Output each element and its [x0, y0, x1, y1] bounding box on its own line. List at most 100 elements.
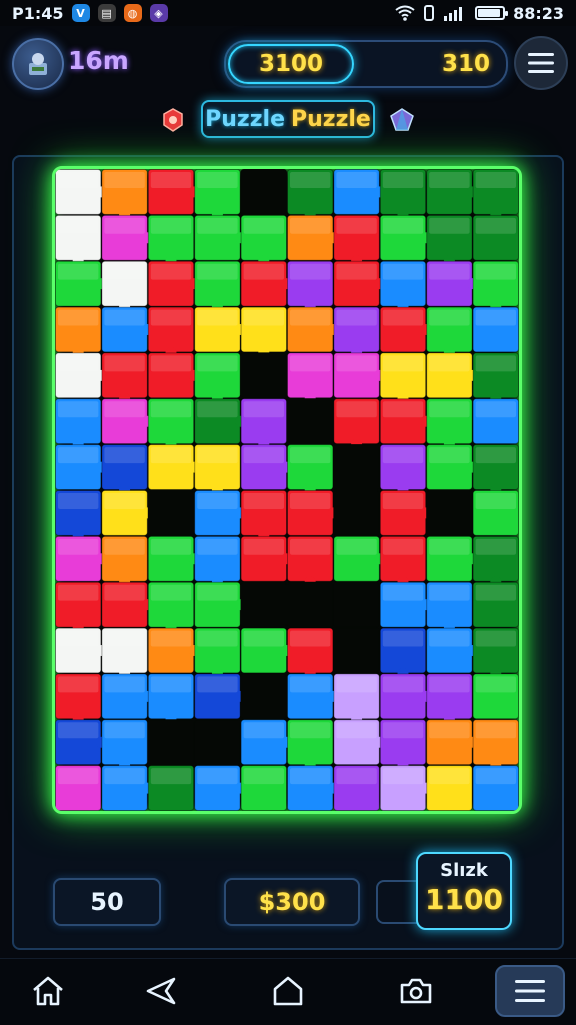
puzzle-piece[interactable] [287, 306, 339, 353]
puzzle-piece[interactable] [101, 581, 154, 628]
puzzle-piece[interactable] [472, 169, 519, 221]
puzzle-piece[interactable] [194, 581, 247, 628]
puzzle-piece[interactable] [194, 535, 241, 588]
puzzle-piece[interactable] [426, 719, 479, 766]
puzzle-board[interactable] [52, 166, 522, 814]
puzzle-piece[interactable] [194, 169, 241, 221]
puzzle-piece[interactable] [287, 673, 339, 720]
puzzle-piece[interactable] [55, 581, 102, 634]
puzzle-piece[interactable] [379, 765, 432, 811]
puzzle-piece[interactable] [240, 306, 288, 358]
puzzle-piece[interactable] [55, 627, 107, 674]
puzzle-piece[interactable] [287, 765, 339, 811]
puzzle-piece[interactable] [472, 260, 519, 313]
puzzle-piece[interactable] [147, 673, 195, 725]
nav-camera[interactable] [388, 965, 444, 1017]
puzzle-piece[interactable] [147, 444, 200, 490]
puzzle-piece[interactable] [379, 444, 427, 496]
puzzle-piece[interactable] [333, 352, 386, 399]
puzzle-piece[interactable] [472, 627, 519, 679]
puzzle-piece[interactable] [426, 627, 479, 674]
puzzle-piece[interactable] [426, 765, 473, 811]
puzzle-piece[interactable] [379, 398, 432, 445]
puzzle-piece[interactable] [147, 352, 200, 399]
puzzle-piece[interactable] [426, 352, 479, 399]
puzzle-piece[interactable] [101, 673, 154, 720]
puzzle-piece[interactable] [333, 765, 380, 811]
puzzle-piece[interactable] [194, 627, 241, 679]
puzzle-piece[interactable] [287, 214, 339, 261]
puzzle-piece[interactable] [287, 535, 334, 588]
puzzle-piece[interactable] [147, 260, 200, 307]
puzzle-piece[interactable] [333, 306, 380, 358]
puzzle-piece[interactable] [55, 490, 102, 542]
puzzle-piece[interactable] [426, 581, 473, 634]
puzzle-piece[interactable] [287, 169, 334, 221]
puzzle-piece[interactable] [472, 306, 519, 353]
puzzle-piece[interactable] [426, 673, 473, 725]
puzzle-piece[interactable] [55, 765, 102, 811]
puzzle-piece[interactable] [55, 214, 102, 267]
puzzle-piece[interactable] [472, 535, 519, 588]
puzzle-piece[interactable] [379, 169, 427, 221]
puzzle-piece[interactable] [472, 673, 519, 720]
puzzle-piece[interactable] [426, 214, 473, 267]
puzzle-piece[interactable] [55, 169, 107, 215]
puzzle-piece[interactable] [472, 719, 519, 771]
puzzle-piece[interactable] [147, 306, 195, 358]
puzzle-piece[interactable] [379, 260, 427, 313]
puzzle-piece[interactable] [472, 352, 519, 404]
puzzle-piece[interactable] [379, 352, 427, 404]
puzzle-piece[interactable] [55, 719, 107, 766]
puzzle-piece[interactable] [333, 214, 380, 267]
puzzle-piece[interactable] [287, 627, 334, 679]
puzzle-piece[interactable] [55, 673, 102, 725]
puzzle-piece[interactable] [472, 214, 519, 261]
puzzle-piece[interactable] [426, 398, 473, 450]
puzzle-piece[interactable] [147, 398, 195, 450]
puzzle-piece[interactable] [55, 535, 107, 582]
nav-share[interactable] [133, 965, 189, 1017]
avatar[interactable] [12, 38, 64, 90]
puzzle-piece[interactable] [240, 260, 293, 307]
puzzle-piece[interactable] [101, 214, 154, 261]
puzzle-piece[interactable] [379, 535, 427, 588]
menu-button[interactable] [514, 36, 568, 90]
puzzle-piece[interactable] [101, 352, 148, 404]
nav-home[interactable] [20, 965, 76, 1017]
puzzle-piece[interactable] [472, 490, 519, 536]
puzzle-pieces[interactable] [55, 169, 519, 811]
puzzle-piece[interactable] [333, 719, 386, 766]
puzzle-piece[interactable] [472, 765, 519, 811]
puzzle-piece[interactable] [147, 765, 195, 811]
puzzle-piece[interactable] [194, 398, 247, 445]
puzzle-piece[interactable] [194, 444, 241, 496]
puzzle-piece[interactable] [333, 169, 386, 215]
puzzle-piece[interactable] [101, 398, 154, 445]
puzzle-piece[interactable] [426, 169, 479, 215]
puzzle-piece[interactable] [333, 673, 380, 725]
puzzle-piece[interactable] [426, 260, 479, 307]
puzzle-piece[interactable] [101, 765, 154, 811]
puzzle-piece[interactable] [472, 581, 519, 628]
nav-house[interactable] [260, 965, 316, 1017]
puzzle-piece[interactable] [147, 169, 200, 215]
puzzle-piece[interactable] [147, 214, 195, 267]
best-score-panel[interactable]: Slızk 1100 [416, 852, 512, 930]
puzzle-piece[interactable] [147, 581, 195, 634]
puzzle-piece[interactable] [101, 719, 148, 771]
puzzle-piece[interactable] [240, 444, 293, 490]
puzzle-piece[interactable] [194, 260, 241, 313]
puzzle-piece[interactable] [240, 627, 293, 674]
puzzle-piece[interactable] [379, 719, 427, 771]
puzzle-piece[interactable] [472, 444, 519, 496]
puzzle-piece[interactable] [379, 306, 432, 353]
puzzle-piece[interactable] [240, 535, 293, 582]
puzzle-piece[interactable] [101, 306, 154, 353]
puzzle-piece[interactable] [287, 352, 334, 404]
puzzle-piece[interactable] [101, 627, 148, 679]
puzzle-piece[interactable] [55, 398, 102, 450]
puzzle-piece[interactable] [333, 260, 386, 307]
puzzle-piece[interactable] [287, 260, 334, 313]
puzzle-piece[interactable] [240, 398, 288, 450]
